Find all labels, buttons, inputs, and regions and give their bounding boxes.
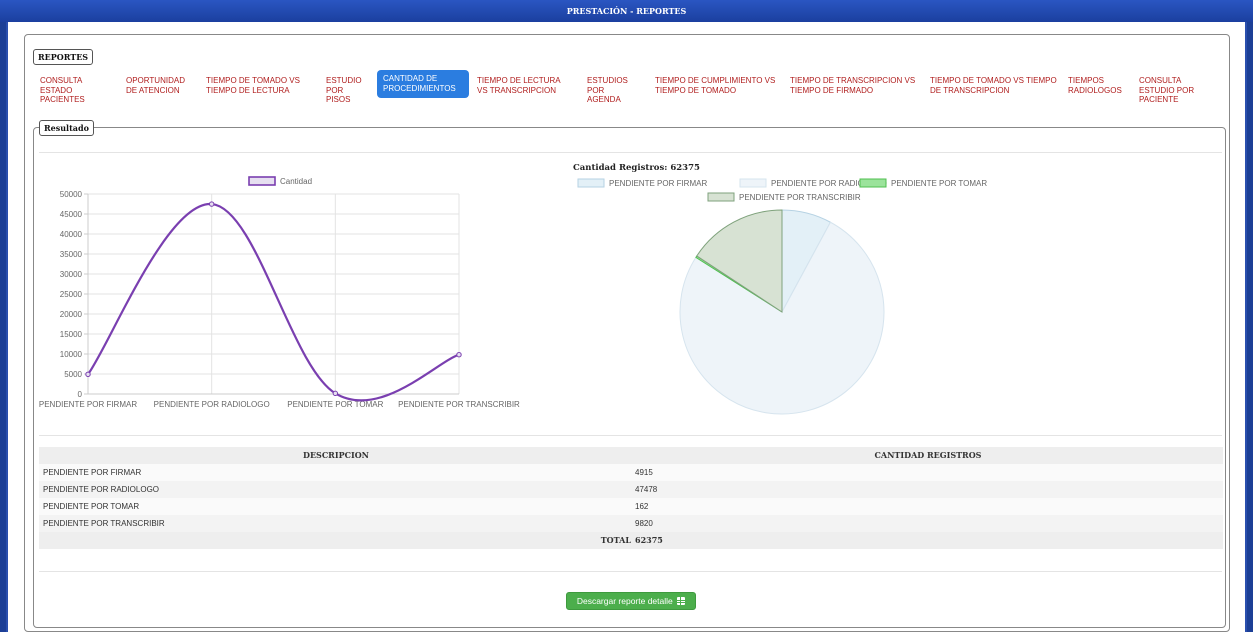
data-point [208,201,215,207]
window-title: PRESTACIÓN - REPORTES [0,0,1253,22]
cell-descripcion: PENDIENTE POR FIRMAR [43,468,142,477]
cell-cantidad: 9820 [635,519,653,528]
table-header: DESCRIPCION CANTIDAD REGISTROS [39,447,1223,464]
results-table: DESCRIPCION CANTIDAD REGISTROS PENDIENTE… [39,447,1223,549]
legend-label: PENDIENTE POR TRANSCRIBIR [739,193,861,202]
y-tick-label: 15000 [60,330,83,339]
table-total-row: TOTAL 62375 [39,532,1223,549]
header-descripcion: DESCRIPCION [303,450,369,460]
y-tick-label: 30000 [60,270,83,279]
y-tick-label: 35000 [60,250,83,259]
total-value: 62375 [635,535,663,545]
tab-tiempo-tomado-vs-lectura[interactable]: TIEMPO DE TOMADO VS TIEMPO DE LECTURA [206,76,316,95]
y-tick-label: 20000 [60,310,83,319]
download-report-button[interactable]: Descargar reporte detalle [566,592,696,610]
series-line-cantidad [87,202,460,402]
divider [39,152,1222,153]
y-tick-label: 50000 [60,190,83,199]
data-point [332,390,339,397]
divider [39,435,1222,436]
legend-swatch [739,178,767,188]
cell-cantidad: 4915 [635,468,653,477]
x-tick-label: PENDIENTE POR TRANSCRIBIR [398,400,520,409]
download-button-label: Descargar reporte detalle [576,596,673,606]
legend-swatch [707,192,735,202]
x-tick-label: PENDIENTE POR RADIOLOGO [154,400,270,409]
legend-swatch [248,176,276,186]
total-label: TOTAL [600,535,631,545]
y-tick-label: 5000 [64,370,82,379]
tab-tiempo-cumplimiento-vs-tomado[interactable]: TIEMPO DE CUMPLIMIENTO VS TIEMPO DE TOMA… [655,76,780,95]
tab-consulta-estado-pacientes[interactable]: CONSULTA ESTADO PACIENTES [40,76,110,105]
cell-cantidad: 162 [635,502,649,511]
y-tick-label: 45000 [60,210,83,219]
table-row: PENDIENTE POR FIRMAR 4915 [39,464,1223,481]
cell-descripcion: PENDIENTE POR TRANSCRIBIR [43,519,165,528]
table-grid-icon [677,597,686,605]
y-tick-label: 10000 [60,350,83,359]
legend-swatch [859,178,887,188]
data-point [85,371,91,378]
cell-descripcion: PENDIENTE POR TOMAR [43,502,140,511]
tab-estudios-por-agenda[interactable]: ESTUDIOS POR AGENDA [587,76,639,105]
y-tick-label: 0 [78,390,83,399]
table-row: PENDIENTE POR TRANSCRIBIR 9820 [39,515,1223,532]
data-point [456,352,462,358]
tab-oportunidad-de-atencion[interactable]: OPORTUNIDAD DE ATENCION [126,76,196,95]
y-tick-label: 40000 [60,230,83,239]
table-row: PENDIENTE POR RADIOLOGO 47478 [39,481,1223,498]
divider [39,571,1222,572]
tab-cantidad-de-procedimientos[interactable]: CANTIDAD DE PROCEDIMIENTOS [377,70,469,98]
x-tick-label: PENDIENTE POR TOMAR [287,400,383,409]
legend-label: PENDIENTE POR FIRMAR [609,179,707,188]
cell-cantidad: 47478 [635,485,658,494]
x-tick-label: PENDIENTE POR FIRMAR [39,400,137,409]
legend-swatch [577,178,605,188]
tab-consulta-estudio-por-paciente[interactable]: CONSULTA ESTUDIO POR PACIENTE [1139,76,1209,105]
pie-chart-title: Cantidad Registros: 62375 [573,163,700,173]
header-cantidad-registros: CANTIDAD REGISTROS [874,450,982,460]
line-chart: Cantidad 0 5000 10000 15000 20000 25000 30000 35… [39,176,520,409]
tab-estudio-por-pisos[interactable]: ESTUDIO POR PISOS [326,76,366,105]
reportes-legend: REPORTES [33,49,94,65]
legend-label: PENDIENTE POR TOMAR [891,179,987,188]
tab-tiempo-tomado-vs-transcripcion[interactable]: TIEMPO DE TOMADO VS TIEMPO DE TRANSCRIPC… [930,76,1058,95]
tab-tiempos-radiologos[interactable]: TIEMPOS RADIOLOGOS [1068,76,1128,95]
y-tick-label: 25000 [60,290,83,299]
resultado-legend: Resultado [39,120,94,136]
legend-label: Cantidad [280,177,312,186]
pie-chart: PENDIENTE POR FIRMAR PENDIENTE POR RADIOL… [577,178,987,415]
tab-tiempo-transcripcion-vs-firmado[interactable]: TIEMPO DE TRANSCRIPCION VS TIEMPO DE FIR… [790,76,920,95]
cell-descripcion: PENDIENTE POR RADIOLOGO [43,485,160,494]
tab-tiempo-lectura-vs-transcripcion[interactable]: TIEMPO DE LECTURA VS TRANSCRIPCION [477,76,572,95]
table-row: PENDIENTE POR TOMAR 162 [39,498,1223,515]
